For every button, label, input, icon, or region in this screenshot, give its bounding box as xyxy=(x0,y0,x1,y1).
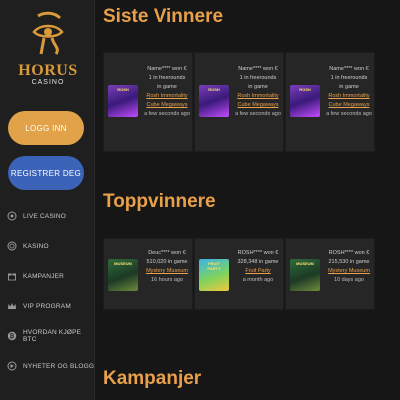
eye-of-horus-icon xyxy=(32,11,64,55)
sidebar-menu: LIVE CASINO KASINO KAMPANJER VIP PROGRAM xyxy=(0,201,95,381)
sidebar-item-vip-program[interactable]: VIP PROGRAM xyxy=(0,291,95,321)
sidebar-item-label: LIVE CASINO xyxy=(23,212,67,220)
game-link[interactable]: Rosh Immortality Cube Megaways xyxy=(232,92,284,110)
section-title-top-winners: Toppvinnere xyxy=(103,191,216,212)
top-winner-card[interactable]: MUSEUM Deuc**** won € 510,020 in game My… xyxy=(103,238,193,310)
winner-card[interactable]: ROSH Name**** won € 1 in freerounds in g… xyxy=(103,52,193,152)
win-time: a few seconds ago xyxy=(144,111,190,117)
sidebar-item-label: NYHETER OG BLOGG xyxy=(23,362,95,370)
winner-name-line: ROSH**** won € xyxy=(328,250,370,256)
sidebar-item-kjope-btc[interactable]: ₿ HVORDAN KJØPE BTC xyxy=(0,321,95,351)
winner-name-line: Name**** won € xyxy=(329,66,369,72)
sidebar-item-label: VIP PROGRAM xyxy=(23,302,71,310)
casino-chip-icon xyxy=(7,241,17,251)
game-thumbnail[interactable]: ROSH xyxy=(199,85,229,117)
win-amount-line: 1 in freerounds xyxy=(239,75,277,81)
section-title-promotions: Kampanjer xyxy=(103,368,202,389)
page-root: HORUS CASINO LOGG INN REGISTRER DEG LIVE… xyxy=(0,0,400,400)
winner-card[interactable]: ROSH Name**** won € 1 in freerounds in g… xyxy=(285,52,375,152)
logo-wordmark: HORUS xyxy=(18,62,78,79)
main-content: Siste Vinnere ROSH Name**** won € 1 in f… xyxy=(95,0,400,400)
win-time: 10 days ago xyxy=(334,277,364,283)
sidebar-item-kasino[interactable]: KASINO xyxy=(0,231,95,261)
svg-text:₿: ₿ xyxy=(9,333,14,340)
game-link[interactable]: Rosh Immortality Cube Megaways xyxy=(323,92,375,110)
thumbnail-title: ROSH xyxy=(117,87,129,92)
winner-card[interactable]: ROSH Name**** won € 1 in freerounds in g… xyxy=(194,52,284,152)
winner-caption: Name**** won € 1 in freerounds in game R… xyxy=(232,65,284,119)
live-icon xyxy=(7,211,17,221)
winner-caption: Deuc**** won € 510,020 in game Mystery M… xyxy=(141,249,193,285)
thumbnail-title: ROSH xyxy=(299,87,311,92)
in-game-label: in game xyxy=(339,84,359,90)
win-amount-line: 510,020 in game xyxy=(146,259,188,265)
in-game-label: in game xyxy=(248,84,268,90)
game-link[interactable]: Mystery Museum xyxy=(141,267,193,276)
game-thumbnail[interactable]: MUSEUM xyxy=(290,259,320,291)
game-link[interactable]: Rosh Immortality Cube Megaways xyxy=(141,92,193,110)
logo-subtitle: CASINO xyxy=(31,79,65,86)
top-winners-row: MUSEUM Deuc**** won € 510,020 in game My… xyxy=(103,238,393,310)
win-amount-line: 1 in freerounds xyxy=(330,75,368,81)
winner-caption: ROSH**** won € 215,530 in game Mystery M… xyxy=(323,249,375,285)
win-time: a month ago xyxy=(242,277,274,283)
win-time: a few seconds ago xyxy=(235,111,281,117)
game-thumbnail[interactable]: ROSH xyxy=(108,85,138,117)
crown-icon xyxy=(7,301,17,311)
sidebar-item-live-casino[interactable]: LIVE CASINO xyxy=(0,201,95,231)
sidebar: HORUS CASINO LOGG INN REGISTRER DEG LIVE… xyxy=(0,0,95,400)
in-game-label: in game xyxy=(157,84,177,90)
game-link[interactable]: Mystery Museum xyxy=(323,267,375,276)
game-thumbnail[interactable]: MUSEUM xyxy=(108,259,138,291)
winner-caption: Name**** won € 1 in freerounds in game R… xyxy=(141,65,193,119)
bitcoin-icon: ₿ xyxy=(7,331,17,341)
top-winner-card[interactable]: MUSEUM ROSH**** won € 215,530 in game My… xyxy=(285,238,375,310)
win-time: 16 hours ago xyxy=(150,277,184,283)
game-link[interactable]: Fruit Party xyxy=(232,267,284,276)
winner-caption: Name**** won € 1 in freerounds in game R… xyxy=(323,65,375,119)
winner-name-line: ROSH**** won € xyxy=(237,250,279,256)
winner-caption: ROSH**** won € 328,348 in game Fruit Par… xyxy=(232,249,284,285)
news-icon xyxy=(7,361,17,371)
game-thumbnail[interactable]: FRUIT PARTY xyxy=(199,259,229,291)
thumbnail-title: MUSEUM xyxy=(296,261,314,266)
win-amount-line: 1 in freerounds xyxy=(148,75,186,81)
section-title-latest-winners: Siste Vinnere xyxy=(103,6,224,27)
win-amount-line: 215,530 in game xyxy=(328,259,370,265)
register-button[interactable]: REGISTRER DEG xyxy=(8,156,84,190)
horus-logo[interactable]: HORUS CASINO xyxy=(18,10,77,100)
win-amount-line: 328,348 in game xyxy=(237,259,279,265)
sidebar-item-label: KASINO xyxy=(23,242,49,250)
gift-icon xyxy=(7,271,17,281)
sidebar-item-label: HVORDAN KJØPE BTC xyxy=(23,329,82,343)
winner-name-line: Name**** won € xyxy=(147,66,187,72)
thumbnail-title: FRUIT PARTY xyxy=(207,261,221,271)
top-winner-card[interactable]: FRUIT PARTY ROSH**** won € 328,348 in ga… xyxy=(194,238,284,310)
winner-name-line: Name**** won € xyxy=(238,66,278,72)
thumbnail-title: ROSH xyxy=(208,87,220,92)
game-thumbnail[interactable]: ROSH xyxy=(290,85,320,117)
sidebar-item-nyheter-blogg[interactable]: NYHETER OG BLOGG xyxy=(0,351,95,381)
sidebar-item-label: KAMPANJER xyxy=(23,272,65,280)
win-time: a few seconds ago xyxy=(326,111,372,117)
login-button[interactable]: LOGG INN xyxy=(8,111,84,145)
thumbnail-title: MUSEUM xyxy=(114,261,132,266)
sidebar-item-kampanjer[interactable]: KAMPANJER xyxy=(0,261,95,291)
winner-name-line: Deuc**** won € xyxy=(148,250,186,256)
latest-winners-row: ROSH Name**** won € 1 in freerounds in g… xyxy=(103,52,393,152)
